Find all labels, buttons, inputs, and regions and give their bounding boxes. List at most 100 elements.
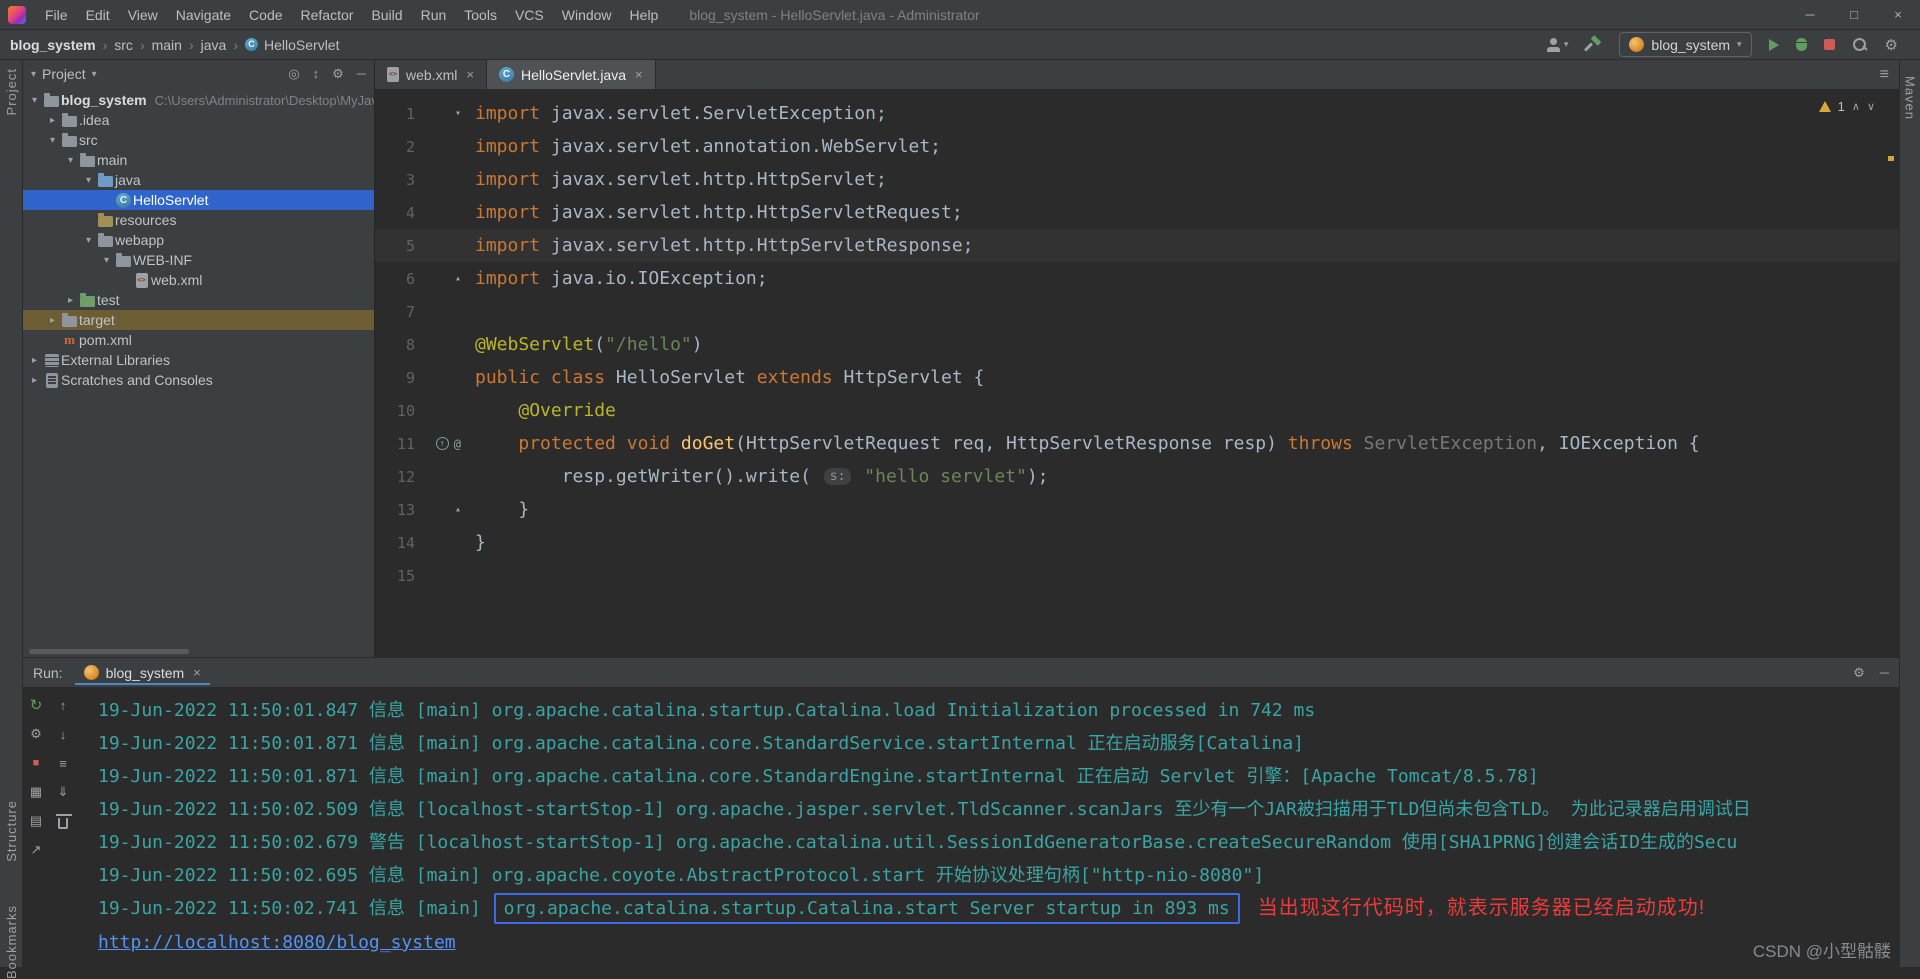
breadcrumb-item-java[interactable]: java — [201, 37, 227, 53]
tree-item-blog-system[interactable]: ▾blog_systemC:\Users\Administrator\Deskt… — [23, 90, 374, 110]
tree-item-target[interactable]: ▸target — [23, 310, 374, 330]
fold-end-icon[interactable]: ▴ — [455, 504, 461, 515]
structure-stripe-button[interactable]: Structure — [0, 800, 22, 862]
down-icon[interactable]: ↓ — [54, 725, 72, 743]
up-icon[interactable]: ↑ — [54, 696, 72, 714]
menu-window[interactable]: Window — [553, 0, 621, 29]
maximize-icon[interactable]: □ — [1832, 0, 1876, 29]
menu-code[interactable]: Code — [240, 0, 291, 29]
search-icon[interactable] — [1852, 37, 1868, 53]
close-icon[interactable]: × — [193, 665, 201, 680]
line-number[interactable]: 10 — [375, 402, 419, 420]
settings-icon[interactable]: ⚙ — [332, 66, 344, 82]
line-number[interactable]: 15 — [375, 567, 419, 585]
breadcrumb-item-blog_system[interactable]: blog_system — [10, 37, 96, 53]
menu-vcs[interactable]: VCS — [506, 0, 553, 29]
line-number[interactable]: 1 — [375, 105, 419, 123]
chevron-down-icon[interactable]: ▾ — [27, 95, 42, 106]
build-hammer-icon[interactable] — [1585, 37, 1602, 53]
settings-gear-icon[interactable]: ⚙ — [1885, 36, 1898, 54]
gutter[interactable]: ▴ — [419, 273, 475, 284]
debug-icon[interactable] — [1796, 38, 1807, 51]
tree-item-web-xml[interactable]: web.xml — [23, 270, 374, 290]
line-number[interactable]: 3 — [375, 171, 419, 189]
close-icon[interactable]: × — [1876, 0, 1920, 29]
chevron-down-icon[interactable]: ▾ — [99, 255, 114, 266]
chevron-down-icon[interactable]: ▾ — [63, 155, 78, 166]
open-icon[interactable]: ↗ — [27, 841, 45, 859]
tree-item-pom-xml[interactable]: pom.xml — [23, 330, 374, 350]
project-horizontal-scrollbar[interactable] — [29, 649, 189, 654]
code-text[interactable]: import javax.servlet.http.HttpServlet; — [475, 169, 887, 190]
code-text[interactable]: @WebServlet("/hello") — [475, 334, 703, 355]
editor-tab-web-xml[interactable]: web.xml× — [375, 60, 487, 89]
stop-icon[interactable] — [1824, 39, 1835, 50]
code-text[interactable]: } — [475, 499, 529, 520]
maven-stripe-button[interactable]: Maven — [1900, 76, 1920, 120]
hide-icon[interactable]: ─ — [357, 66, 366, 82]
next-warning-icon[interactable]: ∨ — [1867, 100, 1875, 113]
chevron-right-icon[interactable]: ▸ — [45, 115, 60, 126]
bookmarks-stripe-button[interactable]: Bookmarks — [0, 905, 22, 979]
run-icon[interactable] — [1769, 39, 1779, 51]
line-number[interactable]: 6 — [375, 270, 419, 288]
settings-icon[interactable]: ⚙ — [1853, 665, 1865, 681]
menu-build[interactable]: Build — [362, 0, 411, 29]
override-marker-icon[interactable] — [436, 437, 449, 450]
menu-run[interactable]: Run — [412, 0, 456, 29]
locate-icon[interactable]: ◎ — [288, 66, 299, 82]
code-text[interactable]: import javax.servlet.annotation.WebServl… — [475, 136, 941, 157]
gutter[interactable]: ▾ — [419, 108, 475, 119]
code-text[interactable]: protected void doGet(HttpServletRequest … — [475, 433, 1700, 454]
tree-item--idea[interactable]: ▸.idea — [23, 110, 374, 130]
code-text[interactable]: resp.getWriter().write( s: "hello servle… — [475, 466, 1049, 487]
chevron-down-icon[interactable]: ▾ — [81, 175, 96, 186]
project-stripe-button[interactable]: Project — [0, 68, 22, 115]
line-number[interactable]: 5 — [375, 237, 419, 255]
chevron-right-icon[interactable]: ▸ — [27, 375, 42, 386]
server-link[interactable]: http://localhost:8080/blog_system — [98, 932, 456, 953]
chevron-right-icon[interactable]: ▸ — [63, 295, 78, 306]
tree-item-resources[interactable]: resources — [23, 210, 374, 230]
print-icon[interactable]: ▤ — [27, 812, 45, 830]
stop-icon[interactable]: ■ — [27, 754, 45, 772]
line-number[interactable]: 12 — [375, 468, 419, 486]
line-number[interactable]: 13 — [375, 501, 419, 519]
tree-item-external-libraries[interactable]: ▸External Libraries — [23, 350, 374, 370]
code-text[interactable]: public class HelloServlet extends HttpSe… — [475, 367, 984, 388]
line-number[interactable]: 11 — [375, 435, 419, 453]
menu-view[interactable]: View — [119, 0, 167, 29]
fold-expanded-icon[interactable]: ▾ — [455, 108, 461, 119]
layout-icon[interactable]: ▦ — [27, 783, 45, 801]
trash-icon[interactable] — [54, 812, 72, 830]
chevron-right-icon[interactable]: ▸ — [45, 315, 60, 326]
line-number[interactable]: 4 — [375, 204, 419, 222]
line-number[interactable]: 14 — [375, 534, 419, 552]
chevron-right-icon[interactable]: ▸ — [27, 355, 42, 366]
menu-file[interactable]: File — [36, 0, 77, 29]
tree-item-webapp[interactable]: ▾webapp — [23, 230, 374, 250]
code-text[interactable]: import java.io.IOException; — [475, 268, 768, 289]
tree-item-scratches-and-consoles[interactable]: ▸Scratches and Consoles — [23, 370, 374, 390]
project-view-caret-icon[interactable]: ▾ — [92, 69, 97, 80]
line-number[interactable]: 7 — [375, 303, 419, 321]
expand-icon[interactable]: ↕ — [313, 66, 320, 82]
code-area[interactable]: 1▾import javax.servlet.ServletException;… — [375, 90, 1899, 657]
breadcrumb-item-src[interactable]: src — [114, 37, 133, 53]
code-text[interactable]: @Override — [475, 400, 616, 421]
hide-icon[interactable]: ─ — [1880, 665, 1889, 681]
project-caret-icon[interactable]: ▾ — [31, 69, 36, 80]
rerun-icon[interactable]: ↻ — [27, 696, 45, 714]
code-text[interactable]: import javax.servlet.http.HttpServletRes… — [475, 235, 974, 256]
code-text[interactable]: import javax.servlet.http.HttpServletReq… — [475, 202, 963, 223]
menu-edit[interactable]: Edit — [77, 0, 119, 29]
softwrap-icon[interactable]: ≡ — [54, 754, 72, 772]
run-config-select[interactable]: blog_system ▾ — [1619, 32, 1751, 57]
users-icon[interactable] — [1546, 38, 1562, 52]
tree-item-main[interactable]: ▾main — [23, 150, 374, 170]
gutter[interactable]: @ — [419, 437, 475, 451]
line-number[interactable]: 8 — [375, 336, 419, 354]
run-tab-blog-system[interactable]: blog_system × — [75, 661, 210, 685]
menu-refactor[interactable]: Refactor — [292, 0, 363, 29]
close-icon[interactable]: × — [466, 67, 474, 82]
